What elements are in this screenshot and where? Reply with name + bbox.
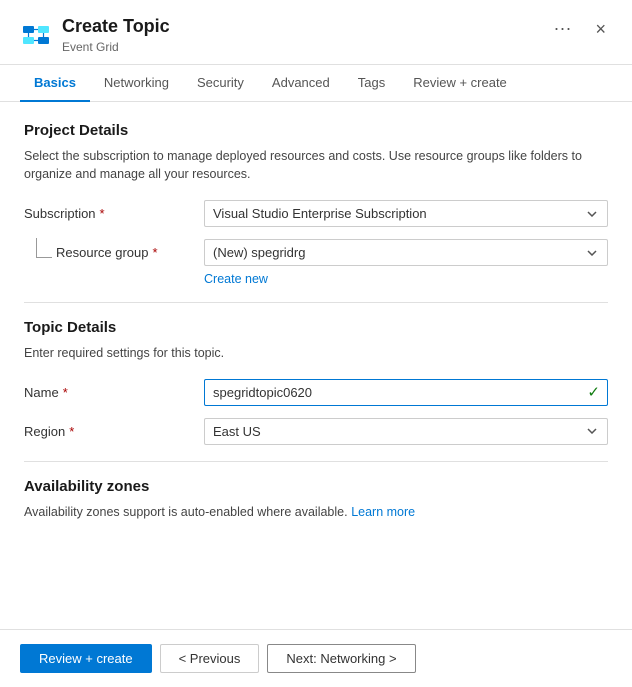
create-new-link[interactable]: Create new (204, 272, 268, 286)
name-row: Name * ✓ (24, 379, 608, 406)
region-required: * (69, 424, 74, 439)
resource-group-required: * (153, 245, 158, 260)
resource-group-control: (New) spegridrg (204, 239, 608, 266)
tab-networking[interactable]: Networking (90, 65, 183, 102)
title-block: Create Topic Event Grid (62, 16, 170, 54)
previous-button[interactable]: < Previous (160, 644, 260, 673)
region-control: East US (204, 418, 608, 445)
topic-details-section: Topic Details Enter required settings fo… (24, 319, 608, 445)
modal-subtitle: Event Grid (62, 40, 170, 54)
subscription-control: Visual Studio Enterprise Subscription (204, 200, 608, 227)
divider-2 (24, 461, 608, 462)
project-details-desc: Select the subscription to manage deploy… (24, 147, 608, 185)
availability-zones-section: Availability zones Availability zones su… (24, 478, 608, 522)
region-row: Region * East US (24, 418, 608, 445)
availability-desc: Availability zones support is auto-enabl… (24, 505, 348, 519)
name-required: * (63, 385, 68, 400)
resource-group-label: Resource group * (56, 245, 158, 260)
region-label: Region * (24, 424, 204, 439)
tab-advanced[interactable]: Advanced (258, 65, 344, 102)
topic-details-title: Topic Details (24, 319, 608, 336)
subscription-row: Subscription * Visual Studio Enterprise … (24, 200, 608, 227)
review-create-button[interactable]: Review + create (20, 644, 152, 673)
close-button[interactable]: × (589, 18, 612, 40)
learn-more-link[interactable]: Learn more (351, 505, 415, 519)
tab-security[interactable]: Security (183, 65, 258, 102)
name-input[interactable] (204, 379, 608, 406)
modal-body: Project Details Select the subscription … (0, 102, 632, 629)
next-button[interactable]: Next: Networking > (267, 644, 415, 673)
project-details-title: Project Details (24, 122, 608, 139)
tab-bar: Basics Networking Security Advanced Tags… (0, 65, 632, 102)
header-actions: ··· × (548, 16, 613, 41)
modal-header: Create Topic Event Grid ··· × (0, 0, 632, 65)
tab-basics[interactable]: Basics (20, 65, 90, 102)
topic-details-desc: Enter required settings for this topic. (24, 344, 608, 363)
subscription-select[interactable]: Visual Studio Enterprise Subscription (204, 200, 608, 227)
subscription-label: Subscription * (24, 206, 204, 221)
name-label: Name * (24, 385, 204, 400)
resource-group-row: Resource group * (New) spegridrg (24, 239, 608, 266)
availability-zones-title: Availability zones (24, 478, 608, 495)
modal-footer: Review + create < Previous Next: Network… (0, 629, 632, 687)
region-select[interactable]: East US (204, 418, 608, 445)
header-left: Create Topic Event Grid (20, 16, 170, 54)
subscription-required: * (100, 206, 105, 221)
header-ellipsis-button[interactable]: ··· (548, 16, 578, 41)
modal-title: Create Topic (62, 16, 170, 38)
create-topic-modal: Create Topic Event Grid ··· × Basics Net… (0, 0, 632, 687)
tab-review-create[interactable]: Review + create (399, 65, 521, 102)
name-control: ✓ (204, 379, 608, 406)
divider-1 (24, 302, 608, 303)
checkmark-icon: ✓ (587, 383, 600, 401)
resource-indent: Resource group * (24, 245, 204, 260)
project-details-section: Project Details Select the subscription … (24, 122, 608, 287)
tab-tags[interactable]: Tags (344, 65, 399, 102)
resource-group-select[interactable]: (New) spegridrg (204, 239, 608, 266)
availability-zones-body: Availability zones support is auto-enabl… (24, 503, 608, 522)
event-grid-icon (20, 19, 52, 51)
indent-line (36, 238, 52, 258)
